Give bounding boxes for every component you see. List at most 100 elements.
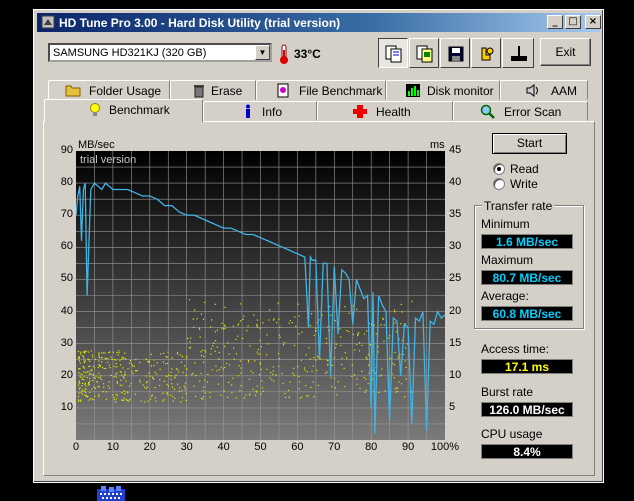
access-time-point <box>77 350 80 353</box>
cpu-usage-value: 8.4% <box>481 444 573 459</box>
access-time-point <box>340 336 342 338</box>
access-time-point <box>199 328 201 330</box>
tab-info[interactable]: Info <box>203 101 317 121</box>
access-time-point <box>232 325 234 327</box>
access-time-point <box>366 358 368 360</box>
save-button[interactable] <box>440 38 470 68</box>
maximize-button[interactable]: □ <box>565 15 581 29</box>
access-time-point <box>333 357 336 359</box>
access-time-point <box>124 352 126 354</box>
access-time-point <box>262 390 264 392</box>
read-radio[interactable] <box>493 163 505 175</box>
title-bar[interactable]: HD Tune Pro 3.00 - Hard Disk Utility (tr… <box>37 13 601 32</box>
access-time-point <box>140 400 142 402</box>
options-button[interactable] <box>471 38 501 68</box>
access-time-point <box>85 391 87 393</box>
access-time-point <box>195 374 197 376</box>
access-time-point <box>374 372 376 374</box>
tab-file-benchmark[interactable]: File Benchmark <box>256 80 386 100</box>
write-label[interactable]: Write <box>510 177 538 191</box>
access-time-point <box>356 308 358 310</box>
access-time-point <box>344 386 346 388</box>
chevron-down-icon[interactable]: ▼ <box>255 45 270 60</box>
access-time-point <box>397 387 399 389</box>
access-time-point <box>131 371 133 373</box>
disk-button[interactable] <box>502 38 534 68</box>
access-time-point <box>212 345 214 347</box>
access-time-point <box>301 396 303 398</box>
access-time-point <box>98 352 100 354</box>
access-time-point <box>200 354 202 357</box>
access-time-label: Access time: <box>481 342 550 356</box>
start-button[interactable]: Start <box>492 133 567 154</box>
access-time-point <box>237 375 240 377</box>
access-time-point <box>222 328 224 330</box>
access-time-point <box>112 351 114 353</box>
write-radio[interactable] <box>493 178 505 190</box>
tab-folder-usage[interactable]: Folder Usage <box>48 80 170 100</box>
access-time-point <box>120 364 122 366</box>
access-time-point <box>298 333 300 335</box>
access-time-point <box>269 309 271 311</box>
access-time-point <box>202 398 204 400</box>
access-time-point <box>216 370 218 372</box>
access-time-point <box>200 313 202 315</box>
app-icon <box>41 15 55 29</box>
access-time-point <box>352 333 354 335</box>
access-time-point <box>317 355 319 358</box>
access-time-point <box>146 382 148 384</box>
access-time-point <box>185 393 187 395</box>
access-time-point <box>192 318 194 320</box>
access-time-point <box>209 396 211 398</box>
access-time-point <box>259 374 261 376</box>
minimize-button[interactable]: _ <box>547 15 563 29</box>
access-time-point <box>121 392 123 394</box>
access-time-point <box>174 397 176 399</box>
exit-button[interactable]: Exit <box>540 38 591 66</box>
tab-health[interactable]: Health <box>317 101 453 121</box>
tab-disk-monitor[interactable]: Disk monitor <box>386 80 500 100</box>
access-time-point <box>180 401 182 403</box>
y-left-tick-label: 20 <box>60 368 73 381</box>
tab-error-scan[interactable]: Error Scan <box>453 101 588 121</box>
access-time-point <box>84 360 86 362</box>
x-tick-label: 80 <box>365 441 378 453</box>
access-time-point <box>326 359 328 361</box>
access-time-point <box>139 379 141 381</box>
read-label[interactable]: Read <box>510 162 539 176</box>
access-time-point <box>174 377 176 379</box>
access-time-point <box>98 360 100 362</box>
copy-screenshot-button[interactable] <box>409 38 439 68</box>
access-time-point <box>231 392 233 394</box>
tab-erase[interactable]: Erase <box>170 80 256 100</box>
y-right-tick-label: 25 <box>449 272 462 285</box>
access-time-point <box>83 351 86 353</box>
close-button[interactable]: × <box>585 15 601 29</box>
access-time-point <box>115 359 117 361</box>
average-label: Average: <box>481 289 529 303</box>
tab-aam[interactable]: AAM <box>500 80 588 100</box>
access-time-point <box>116 381 118 383</box>
drive-select[interactable]: SAMSUNG HD321KJ (320 GB) ▼ <box>48 43 272 62</box>
health-icon <box>353 105 367 118</box>
access-time-point <box>91 354 93 356</box>
access-time-point <box>310 313 313 315</box>
access-time-point <box>278 334 281 336</box>
access-time-point <box>86 371 88 373</box>
access-time-point <box>79 373 81 375</box>
copy-info-button[interactable] <box>378 38 408 68</box>
access-time-point <box>108 364 110 366</box>
access-time-point <box>238 365 240 367</box>
access-time-point <box>215 340 217 342</box>
access-time-point <box>80 400 82 402</box>
access-time-point <box>103 386 105 388</box>
average-value: 60.8 MB/sec <box>481 306 573 321</box>
tab-benchmark[interactable]: Benchmark <box>44 99 203 122</box>
taskbar-app-icon[interactable] <box>95 485 127 501</box>
access-time-point <box>98 395 100 397</box>
access-time-point <box>96 381 98 383</box>
access-time-point <box>88 366 90 368</box>
access-time-point <box>93 399 95 401</box>
access-time-point <box>202 390 204 392</box>
access-time-point <box>78 356 80 358</box>
